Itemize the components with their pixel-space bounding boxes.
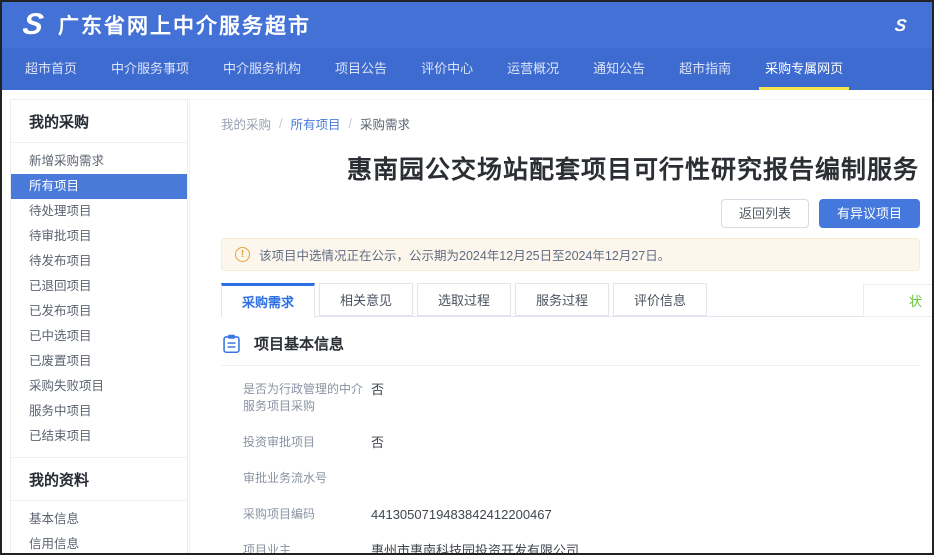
notice-text: 该项目中选情况正在公示，公示期为2024年12月25日至2024年12月27日。 <box>259 245 670 264</box>
breadcrumb-separator: / <box>349 117 352 131</box>
detail-tabs: 采购需求相关意见选取过程服务过程评价信息状 <box>221 283 920 317</box>
sidebar: 我的采购新增采购需求所有项目待处理项目待审批项目待发布项目已退回项目已发布项目已… <box>10 99 188 555</box>
sidebar-item[interactable]: 已退回项目 <box>11 274 187 299</box>
sidebar-item[interactable]: 所有项目 <box>11 174 187 199</box>
nav-item[interactable]: 采购专属网页 <box>751 48 857 90</box>
back-to-list-button[interactable]: 返回列表 <box>721 199 809 228</box>
field-row: 项目业主惠州市惠南科技园投资开发有限公司 <box>243 542 920 555</box>
nav-item[interactable]: 超市首页 <box>11 48 91 90</box>
status-label-partial: 状 <box>863 284 934 317</box>
clipboard-icon <box>221 333 242 354</box>
sidebar-item[interactable]: 信用信息 <box>11 532 187 555</box>
sidebar-item[interactable]: 服务中项目 <box>11 399 187 424</box>
tab-item[interactable]: 服务过程 <box>515 283 609 316</box>
sidebar-section-heading: 我的资料 <box>11 457 187 501</box>
nav-item[interactable]: 中介服务事项 <box>97 48 203 90</box>
field-label: 是否为行政管理的中介服务项目采购 <box>243 381 371 415</box>
objection-project-button[interactable]: 有异议项目 <box>819 199 920 228</box>
breadcrumb-item: 采购需求 <box>360 114 410 133</box>
sidebar-item[interactable]: 已发布项目 <box>11 299 187 324</box>
field-row: 审批业务流水号 <box>243 470 920 487</box>
corner-logo-icon: S <box>884 10 918 40</box>
field-label: 投资审批项目 <box>243 434 371 451</box>
field-label: 审批业务流水号 <box>243 470 371 487</box>
section-header: 项目基本信息 <box>221 333 920 354</box>
sidebar-item[interactable]: 基本信息 <box>11 507 187 532</box>
site-title: 广东省网上中介服务超市 <box>58 10 311 40</box>
main-nav: 超市首页中介服务事项中介服务机构项目公告评价中心运营概况通知公告超市指南采购专属… <box>2 48 932 90</box>
project-basic-info-fields: 是否为行政管理的中介服务项目采购否投资审批项目否审批业务流水号采购项目编码441… <box>221 381 920 555</box>
nav-item[interactable]: 中介服务机构 <box>209 48 315 90</box>
breadcrumb-separator: / <box>279 117 282 131</box>
sidebar-item[interactable]: 已中选项目 <box>11 324 187 349</box>
tab-active[interactable]: 采购需求 <box>221 283 315 318</box>
sidebar-section-heading: 我的采购 <box>11 100 187 143</box>
sidebar-item[interactable]: 待处理项目 <box>11 199 187 224</box>
publicity-notice-banner: ! 该项目中选情况正在公示，公示期为2024年12月25日至2024年12月27… <box>221 238 920 271</box>
top-header-bar: S 广东省网上中介服务超市 S <box>2 2 932 48</box>
field-value: 4413050719483842412200467 <box>371 506 552 523</box>
tab-item[interactable]: 选取过程 <box>417 283 511 316</box>
nav-item[interactable]: 超市指南 <box>665 48 745 90</box>
breadcrumb-item[interactable]: 所有项目 <box>291 114 341 133</box>
sidebar-item[interactable]: 采购失败项目 <box>11 374 187 399</box>
field-value: 否 <box>371 381 384 415</box>
field-row: 是否为行政管理的中介服务项目采购否 <box>243 381 920 415</box>
page-title: 惠南园公交场站配套项目可行性研究报告编制服务 <box>347 150 920 186</box>
field-label: 采购项目编码 <box>243 506 371 523</box>
content-area: 我的采购新增采购需求所有项目待处理项目待审批项目待发布项目已退回项目已发布项目已… <box>2 90 932 553</box>
field-row: 投资审批项目否 <box>243 434 920 451</box>
tab-item[interactable]: 评价信息 <box>613 283 707 316</box>
nav-item[interactable]: 评价中心 <box>407 48 487 90</box>
section-divider <box>221 365 920 366</box>
field-label: 项目业主 <box>243 542 371 555</box>
warning-icon: ! <box>235 247 250 262</box>
breadcrumb: 我的采购 / 所有项目 / 采购需求 <box>221 114 920 133</box>
sidebar-item[interactable]: 已结束项目 <box>11 424 187 449</box>
browser-window: S 广东省网上中介服务超市 S 超市首页中介服务事项中介服务机构项目公告评价中心… <box>0 0 934 555</box>
field-value: 否 <box>371 434 384 451</box>
nav-item[interactable]: 运营概况 <box>493 48 573 90</box>
breadcrumb-item[interactable]: 我的采购 <box>221 114 271 133</box>
sidebar-item[interactable]: 已废置项目 <box>11 349 187 374</box>
nav-item[interactable]: 通知公告 <box>579 48 659 90</box>
action-buttons: 返回列表 有异议项目 <box>221 199 920 228</box>
field-row: 采购项目编码4413050719483842412200467 <box>243 506 920 523</box>
tab-item[interactable]: 相关意见 <box>319 283 413 316</box>
nav-item[interactable]: 项目公告 <box>321 48 401 90</box>
site-logo-icon: S <box>16 10 50 40</box>
sidebar-item[interactable]: 待审批项目 <box>11 224 187 249</box>
main-panel: 我的采购 / 所有项目 / 采购需求 惠南园公交场站配套项目可行性研究报告编制服务 返回… <box>189 99 932 553</box>
field-value: 惠州市惠南科技园投资开发有限公司 <box>371 542 579 555</box>
sidebar-item[interactable]: 新增采购需求 <box>11 149 187 174</box>
sidebar-item[interactable]: 待发布项目 <box>11 249 187 274</box>
section-title: 项目基本信息 <box>254 333 344 354</box>
